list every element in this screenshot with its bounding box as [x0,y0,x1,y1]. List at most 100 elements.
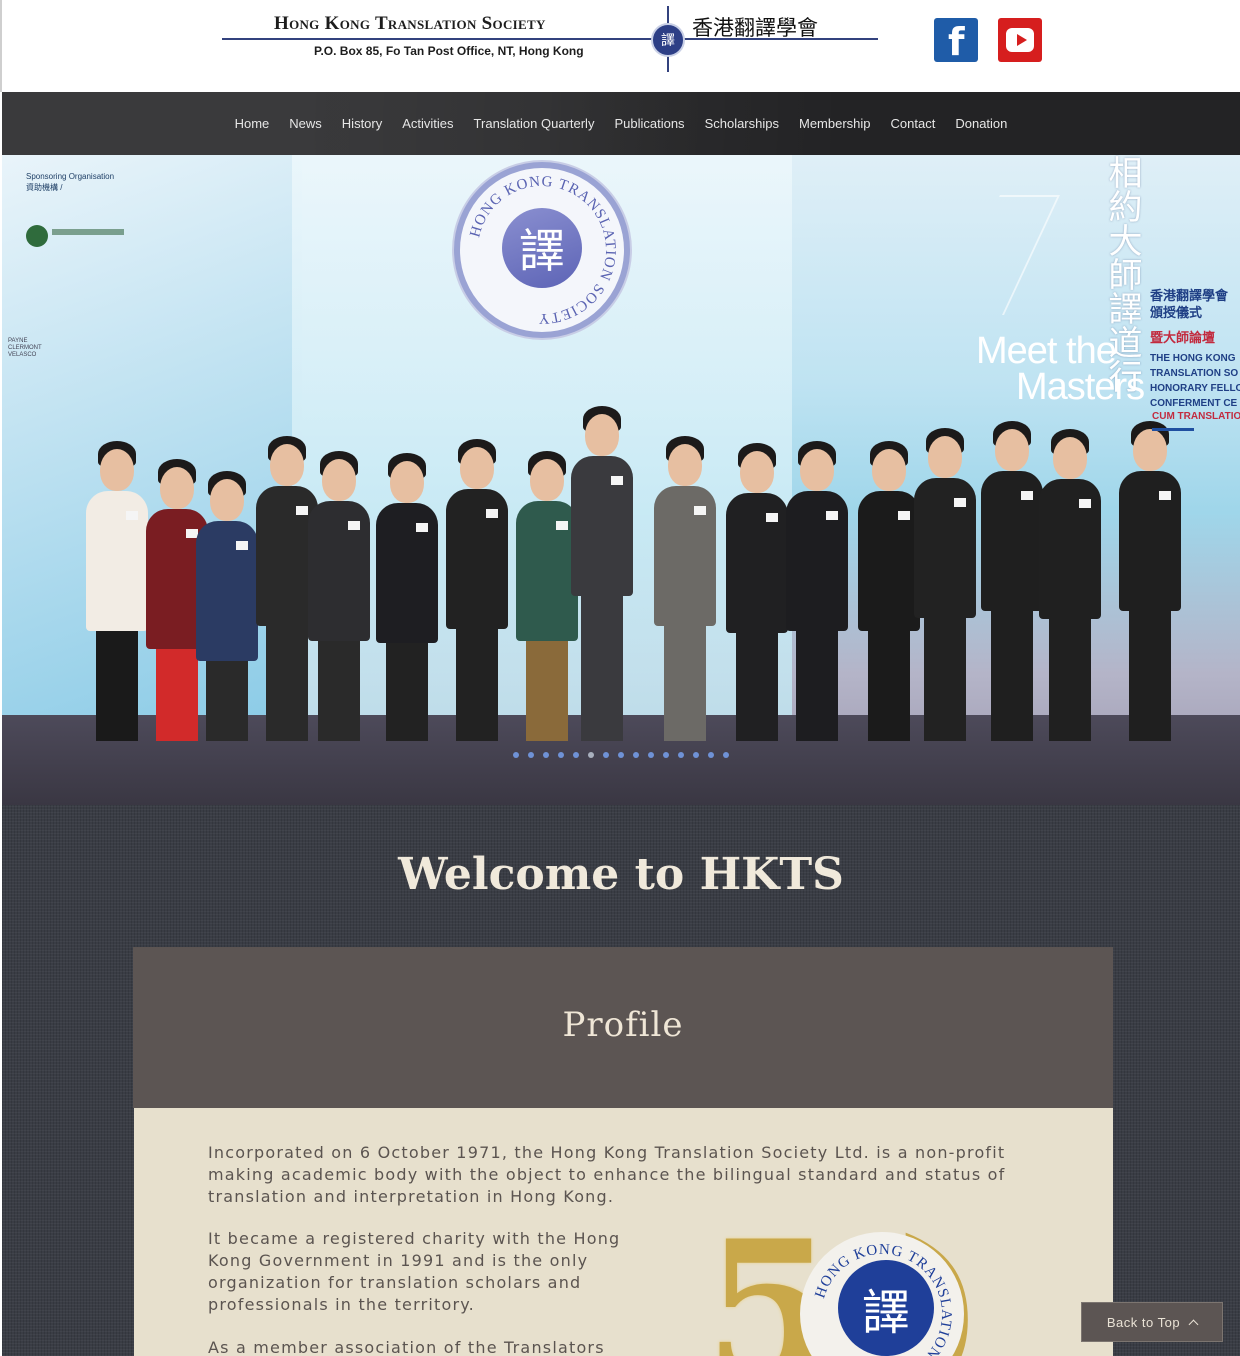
slide-dot[interactable] [603,752,609,758]
person-part [585,414,619,456]
nav-item-contact[interactable]: Contact [891,116,936,131]
ceremony-en-line: CONFERMENT CE [1150,398,1238,409]
ceremony-title-en: THE HONG KONG TRANSLATION SO HONORARY FE… [1150,351,1240,411]
profile-body: Incorporated on 6 October 1971, the Hong… [134,1108,1113,1356]
person-part [530,459,564,501]
person-part [1129,611,1171,741]
person-part [86,491,148,631]
slide-dot[interactable] [513,752,519,758]
ceremony-title-zh: 香港翻譯學會 頒授儀式 [1150,287,1228,321]
person-part [928,436,962,478]
nav-item-scholarships[interactable]: Scholarships [705,116,779,131]
society-seal-icon: 譯 [651,23,685,57]
slide-dot[interactable] [528,752,534,758]
society-name-en: Hong Kong Translation Society [274,13,546,34]
nav-item-publications[interactable]: Publications [614,116,684,131]
slide-dot[interactable] [633,752,639,758]
person-part [668,444,702,486]
person-figure [567,406,637,755]
person-part [322,459,356,501]
nav-item-history[interactable]: History [342,116,382,131]
person-part [270,444,304,486]
person-figure [304,451,374,755]
facebook-link[interactable]: f [934,18,978,64]
slide-dot[interactable] [573,752,579,758]
ceremony-zh-line: 頒授儀式 [1150,305,1203,320]
person-part [914,478,976,618]
slide-dot[interactable] [663,752,669,758]
anniversary-emblem: 5 ) HONG KONG TRANSLATION SOCIETY 譯 [700,1218,1010,1356]
event-banner: 相約大師譯道行 Meet the Masters 香港翻譯學會 頒授儀式 暨大師… [944,155,1240,575]
person-part [1049,619,1091,741]
nav-item-news[interactable]: News [289,116,322,131]
person-part [446,489,508,629]
person-part [526,641,568,741]
nav-item-membership[interactable]: Membership [799,116,871,131]
person-figure [782,441,852,755]
site-header: Hong Kong Translation Society P.O. Box 8… [0,0,1240,92]
slide-dot[interactable] [648,752,654,758]
profile-header: Profile [133,947,1113,1108]
slide-dot[interactable] [708,752,714,758]
nav-item-translation-quarterly[interactable]: Translation Quarterly [474,116,595,131]
nav-item-donation[interactable]: Donation [955,116,1007,131]
person-part [160,467,194,509]
slide-indicators [2,752,1240,758]
person-part [390,461,424,503]
society-name-zh: 香港翻譯學會 [692,16,818,40]
slide-dot[interactable] [588,752,594,758]
back-to-top-label: Back to Top [1106,1314,1181,1330]
person-part [954,498,966,507]
person-part [800,449,834,491]
person-part [826,511,838,520]
slide-dot[interactable] [723,752,729,758]
ceremony-en-line: HONORARY FELLO [1150,383,1240,394]
slide-dot[interactable] [618,752,624,758]
profile-title: Profile [562,1005,684,1045]
site-logo[interactable]: Hong Kong Translation Society P.O. Box 8… [220,4,880,74]
person-part [376,503,438,643]
person-part [196,521,258,661]
profile-paragraph: It became a registered charity with the … [208,1229,621,1314]
translate-seal-icon: 譯 [838,1260,934,1356]
person-part [654,486,716,626]
society-address: P.O. Box 85, Fo Tan Post Office, NT, Hon… [314,44,584,58]
ceremony-zh-line: 香港翻譯學會 [1150,288,1229,303]
event-title-en-2: Masters [1016,366,1145,408]
nav-item-home[interactable]: Home [235,116,270,131]
slide-dot[interactable] [678,752,684,758]
nav-item-activities[interactable]: Activities [402,116,453,131]
person-part [206,661,248,741]
slide-dot[interactable] [543,752,549,758]
person-part [581,596,623,741]
person-part [96,631,138,741]
back-to-top-button[interactable]: Back to Top [1081,1302,1223,1342]
person-part [486,509,498,518]
hero-slideshow[interactable]: Sponsoring Organisation 資助機構 / PAYNE CLE… [2,155,1240,805]
person-part [786,491,848,631]
person-part [726,493,788,633]
person-figure [442,439,512,755]
person-part [796,631,838,741]
person-figure [650,436,720,755]
ceremony-subtitle-zh: 暨大師論壇 [1150,330,1216,345]
person-part [611,476,623,485]
person-part [740,451,774,493]
profile-card: Profile Incorporated on 6 October 1971, … [133,947,1113,1356]
youtube-link[interactable] [998,18,1042,62]
person-part [694,506,706,515]
slide-dot[interactable] [558,752,564,758]
person-part [386,643,428,741]
person-part [318,641,360,741]
person-part [872,449,906,491]
play-icon [1017,34,1027,46]
person-part [571,456,633,596]
person-part [456,629,498,741]
person-part [460,447,494,489]
slide-dot[interactable] [693,752,699,758]
person-part [736,633,778,741]
banner-underline [1152,428,1194,431]
profile-paragraph: As a member association of the Translato… [208,1338,605,1356]
ceremony-subtitle-en: CUM TRANSLATIO [1152,411,1240,422]
facebook-icon: f [948,20,965,64]
